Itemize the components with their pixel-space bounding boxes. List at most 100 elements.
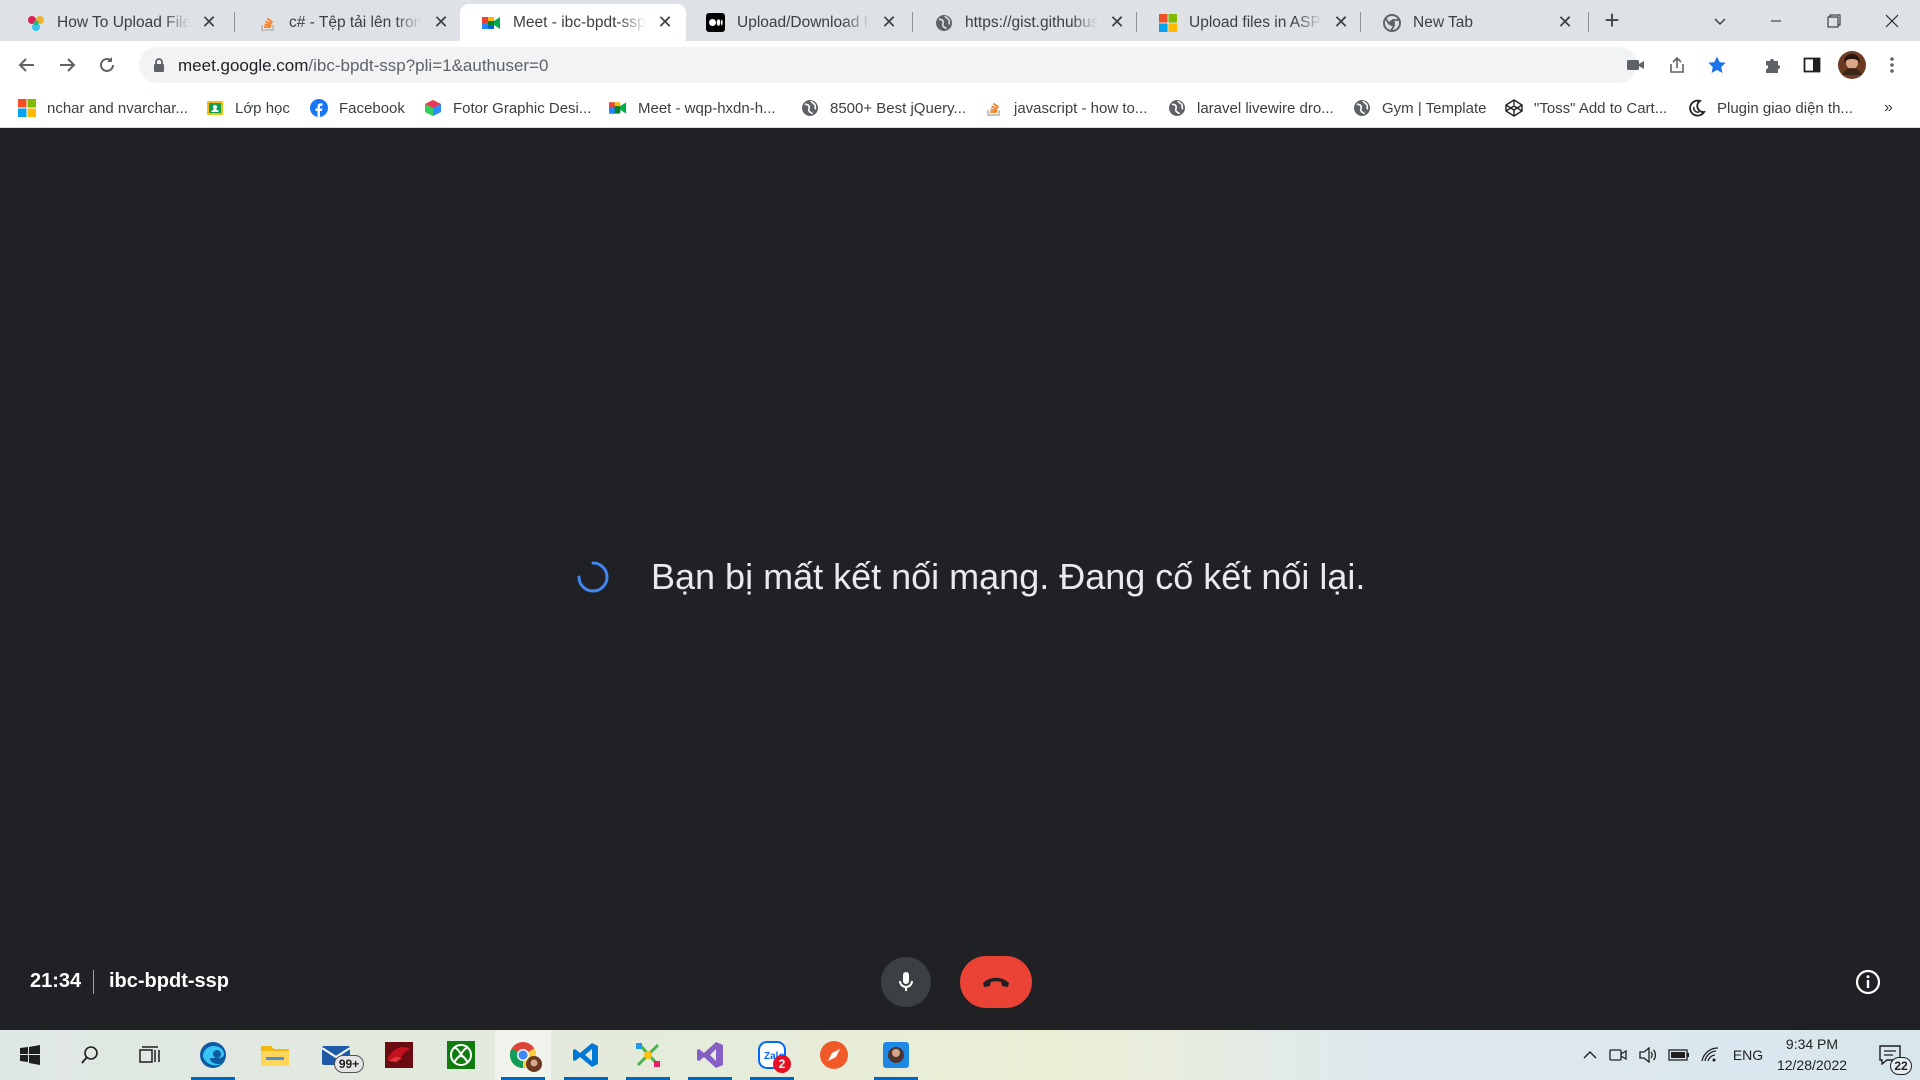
speaker-icon (1639, 1047, 1657, 1063)
restore-button[interactable] (1806, 0, 1862, 41)
taskbar-swift[interactable] (806, 1030, 862, 1080)
tab-gist[interactable]: https://gist.githubusercontent.com ✕ (912, 4, 1138, 41)
taskbar-mail[interactable]: 99+ (308, 1030, 364, 1080)
tab-upload-download[interactable]: Upload/Download files ✕ (684, 4, 910, 41)
tray-clock[interactable]: 9:34 PM 12/28/2022 (1770, 1034, 1854, 1076)
menu-kebab-icon[interactable] (1876, 49, 1908, 81)
side-panel-icon[interactable] (1796, 49, 1828, 81)
close-tab-icon[interactable]: ✕ (1106, 12, 1128, 34)
taskbar-vscode[interactable] (558, 1030, 614, 1080)
close-tab-icon[interactable]: ✕ (198, 12, 220, 34)
bookmark-gym[interactable]: Gym | Template (1353, 97, 1487, 119)
camera-in-use-icon[interactable] (1620, 49, 1652, 81)
close-tab-icon[interactable]: ✕ (1330, 12, 1352, 34)
microphone-button[interactable] (881, 957, 931, 1007)
reconnect-message: Bạn bị mất kết nối mạng. Đang cố kết nối… (651, 556, 1366, 597)
microsoft-icon (18, 99, 36, 117)
bookmark-facebook[interactable]: Facebook (310, 97, 405, 119)
tray-battery[interactable] (1666, 1044, 1692, 1066)
minimize-button[interactable] (1748, 0, 1804, 41)
bookmark-nchar[interactable]: nchar and nvarchar... (18, 97, 188, 119)
hang-up-icon (983, 977, 1009, 987)
bookmark-laravel[interactable]: laravel livewire dro... (1168, 97, 1334, 119)
arrow-right-icon (60, 58, 76, 72)
folder-icon (261, 1046, 289, 1066)
forward-button[interactable] (51, 49, 83, 81)
xbox-icon (447, 1041, 475, 1069)
meeting-details-button[interactable] (1852, 966, 1884, 998)
clock-time: 9:34 PM (1785, 1036, 1839, 1052)
google-meet-icon (482, 13, 501, 32)
profile-avatar[interactable] (1836, 49, 1868, 81)
reload-icon (100, 57, 114, 72)
bookmark-star-icon[interactable] (1701, 49, 1733, 81)
taskbar-visual-studio[interactable] (682, 1030, 738, 1080)
google-classroom-icon (206, 99, 224, 117)
url-text[interactable]: meet.google.com/ibc-bpdt-ssp?pli=1&authu… (178, 56, 548, 76)
taskbar-zalo[interactable]: Zalo 2 (744, 1030, 800, 1080)
leave-call-button[interactable] (960, 956, 1032, 1008)
taskbar-chrome[interactable] (495, 1030, 551, 1080)
tab-meet[interactable]: Meet - ibc-bpdt-ssp ✕ (460, 4, 686, 41)
tray-wifi[interactable] (1698, 1044, 1722, 1066)
show-hidden-icons-button[interactable] (1578, 1044, 1602, 1066)
tab-separator (234, 12, 235, 32)
chrome-icon (1382, 13, 1401, 32)
start-button[interactable] (2, 1030, 58, 1080)
tab-title: Upload/Download files (737, 13, 870, 31)
bookmark-plugin[interactable]: Plugin giao diện th... (1688, 97, 1853, 119)
search-button[interactable] (62, 1030, 118, 1080)
new-tab-button[interactable]: + (1584, 0, 1640, 41)
bookmark-jquery[interactable]: 8500+ Best jQuery... (801, 97, 966, 119)
battery-icon (1668, 1049, 1689, 1061)
tab-search-button[interactable] (1692, 0, 1748, 41)
close-tab-icon[interactable]: ✕ (1554, 12, 1576, 34)
close-tab-icon[interactable]: ✕ (878, 12, 900, 34)
tray-volume[interactable] (1636, 1044, 1660, 1066)
tray-meet-now[interactable] (1606, 1044, 1630, 1066)
bookmark-label: Fotor Graphic Desi... (453, 99, 592, 117)
taskbar-tool[interactable] (620, 1030, 676, 1080)
chevron-down-icon (1714, 17, 1726, 25)
share-icon[interactable] (1661, 49, 1693, 81)
bookmark-javascript[interactable]: javascript - how to... (985, 97, 1147, 119)
taskbar-xbox[interactable] (433, 1030, 489, 1080)
bookmark-meet[interactable]: Meet - wqp-hxdn-h... (609, 97, 776, 119)
bookmark-label: Lớp học (235, 99, 290, 117)
bookmark-label: Facebook (339, 99, 405, 117)
vscode-icon (573, 1043, 598, 1067)
task-view-button[interactable] (122, 1030, 178, 1080)
bookmark-fotor[interactable]: Fotor Graphic Desi... (424, 97, 591, 119)
tab-how-to-upload[interactable]: How To Upload Files With ASP.NET ✕ (4, 4, 230, 41)
taskbar-photo-app[interactable] (868, 1030, 924, 1080)
taskbar-edge[interactable] (185, 1030, 241, 1080)
tab-csharp-upload[interactable]: c# - Tệp tải lên trong ASP.NET ✕ (236, 4, 462, 41)
tab-upload-aspnet[interactable]: Upload files in ASP.NET Core ✕ (1136, 4, 1362, 41)
reload-button[interactable] (91, 49, 123, 81)
lock-icon[interactable] (151, 57, 167, 73)
mail-unread-badge: 99+ (334, 1055, 364, 1073)
more-bookmarks-button[interactable]: » (1884, 97, 1893, 119)
bookmark-lop-hoc[interactable]: Lớp học (206, 97, 290, 119)
tab-new-tab[interactable]: New Tab ✕ (1360, 4, 1586, 41)
extensions-icon[interactable] (1756, 49, 1788, 81)
taskbar-file-explorer[interactable] (247, 1030, 303, 1080)
tab-title: How To Upload Files With ASP.NET (57, 13, 190, 31)
chevron-up-icon (1583, 1051, 1597, 1059)
bookmark-label: Plugin giao diện th... (1717, 99, 1853, 117)
taskbar-app-red[interactable] (371, 1030, 427, 1080)
medium-icon (706, 13, 725, 32)
notification-center-button[interactable]: 22 (1862, 1030, 1918, 1080)
meet-stage: Bạn bị mất kết nối mạng. Đang cố kết nối… (0, 128, 1920, 1030)
bookmark-toss[interactable]: "Toss" Add to Cart... (1505, 97, 1667, 119)
close-tab-icon[interactable]: ✕ (430, 12, 452, 34)
close-tab-icon[interactable]: ✕ (654, 12, 676, 34)
address-bar[interactable]: meet.google.com/ibc-bpdt-ssp?pli=1&authu… (139, 47, 1726, 83)
clock-date: 12/28/2022 (1776, 1057, 1848, 1073)
close-window-button[interactable] (1864, 0, 1920, 41)
tray-language[interactable]: ENG (1730, 1044, 1766, 1066)
tab-title: Meet - ibc-bpdt-ssp (513, 13, 646, 31)
video-camera-icon (1609, 1049, 1627, 1061)
photo-app-icon (883, 1042, 909, 1068)
back-button[interactable] (11, 49, 43, 81)
